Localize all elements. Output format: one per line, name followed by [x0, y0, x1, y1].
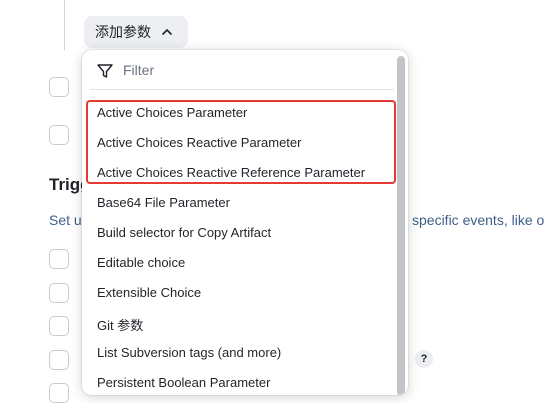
menu-item[interactable]: Active Choices Reactive Parameter: [97, 135, 301, 150]
trigger-checkbox-5[interactable]: [49, 383, 69, 403]
parameter-dropdown-menu: Filter Active Choices Parameter Active C…: [82, 50, 408, 395]
trigger-checkbox-2[interactable]: [49, 283, 69, 303]
menu-item[interactable]: Base64 File Parameter: [97, 195, 230, 210]
menu-item[interactable]: Build selector for Copy Artifact: [97, 225, 271, 240]
menu-item[interactable]: Editable choice: [97, 255, 185, 270]
trigger-checkbox-3[interactable]: [49, 316, 69, 336]
filter-divider: [90, 89, 394, 90]
menu-item[interactable]: Persistent Boolean Parameter: [97, 375, 270, 390]
section-description-tail: specific events, like o: [412, 212, 545, 228]
menu-item[interactable]: Git 参数: [97, 315, 143, 334]
trigger-checkbox-1[interactable]: [49, 249, 69, 269]
trigger-checkbox-4[interactable]: [49, 350, 69, 370]
chevron-up-icon: [162, 29, 172, 35]
menu-item[interactable]: Active Choices Parameter: [97, 105, 247, 120]
add-parameter-label: 添加参数: [95, 24, 151, 40]
add-parameter-button[interactable]: 添加参数: [84, 16, 188, 48]
filter-input[interactable]: Filter: [82, 50, 392, 90]
help-icon[interactable]: ?: [415, 350, 433, 368]
menu-item[interactable]: Extensible Choice: [97, 285, 201, 300]
menu-scrollbar[interactable]: [397, 56, 405, 395]
section-description: Set u: [49, 212, 82, 228]
menu-item[interactable]: List Subversion tags (and more): [97, 345, 281, 360]
filter-placeholder: Filter: [123, 62, 155, 78]
tree-connector-line: [64, 0, 65, 50]
checkbox-option-2[interactable]: [49, 125, 69, 145]
menu-item[interactable]: Active Choices Reactive Reference Parame…: [97, 165, 365, 180]
filter-funnel-icon: [97, 64, 113, 78]
checkbox-option-1[interactable]: [49, 77, 69, 97]
